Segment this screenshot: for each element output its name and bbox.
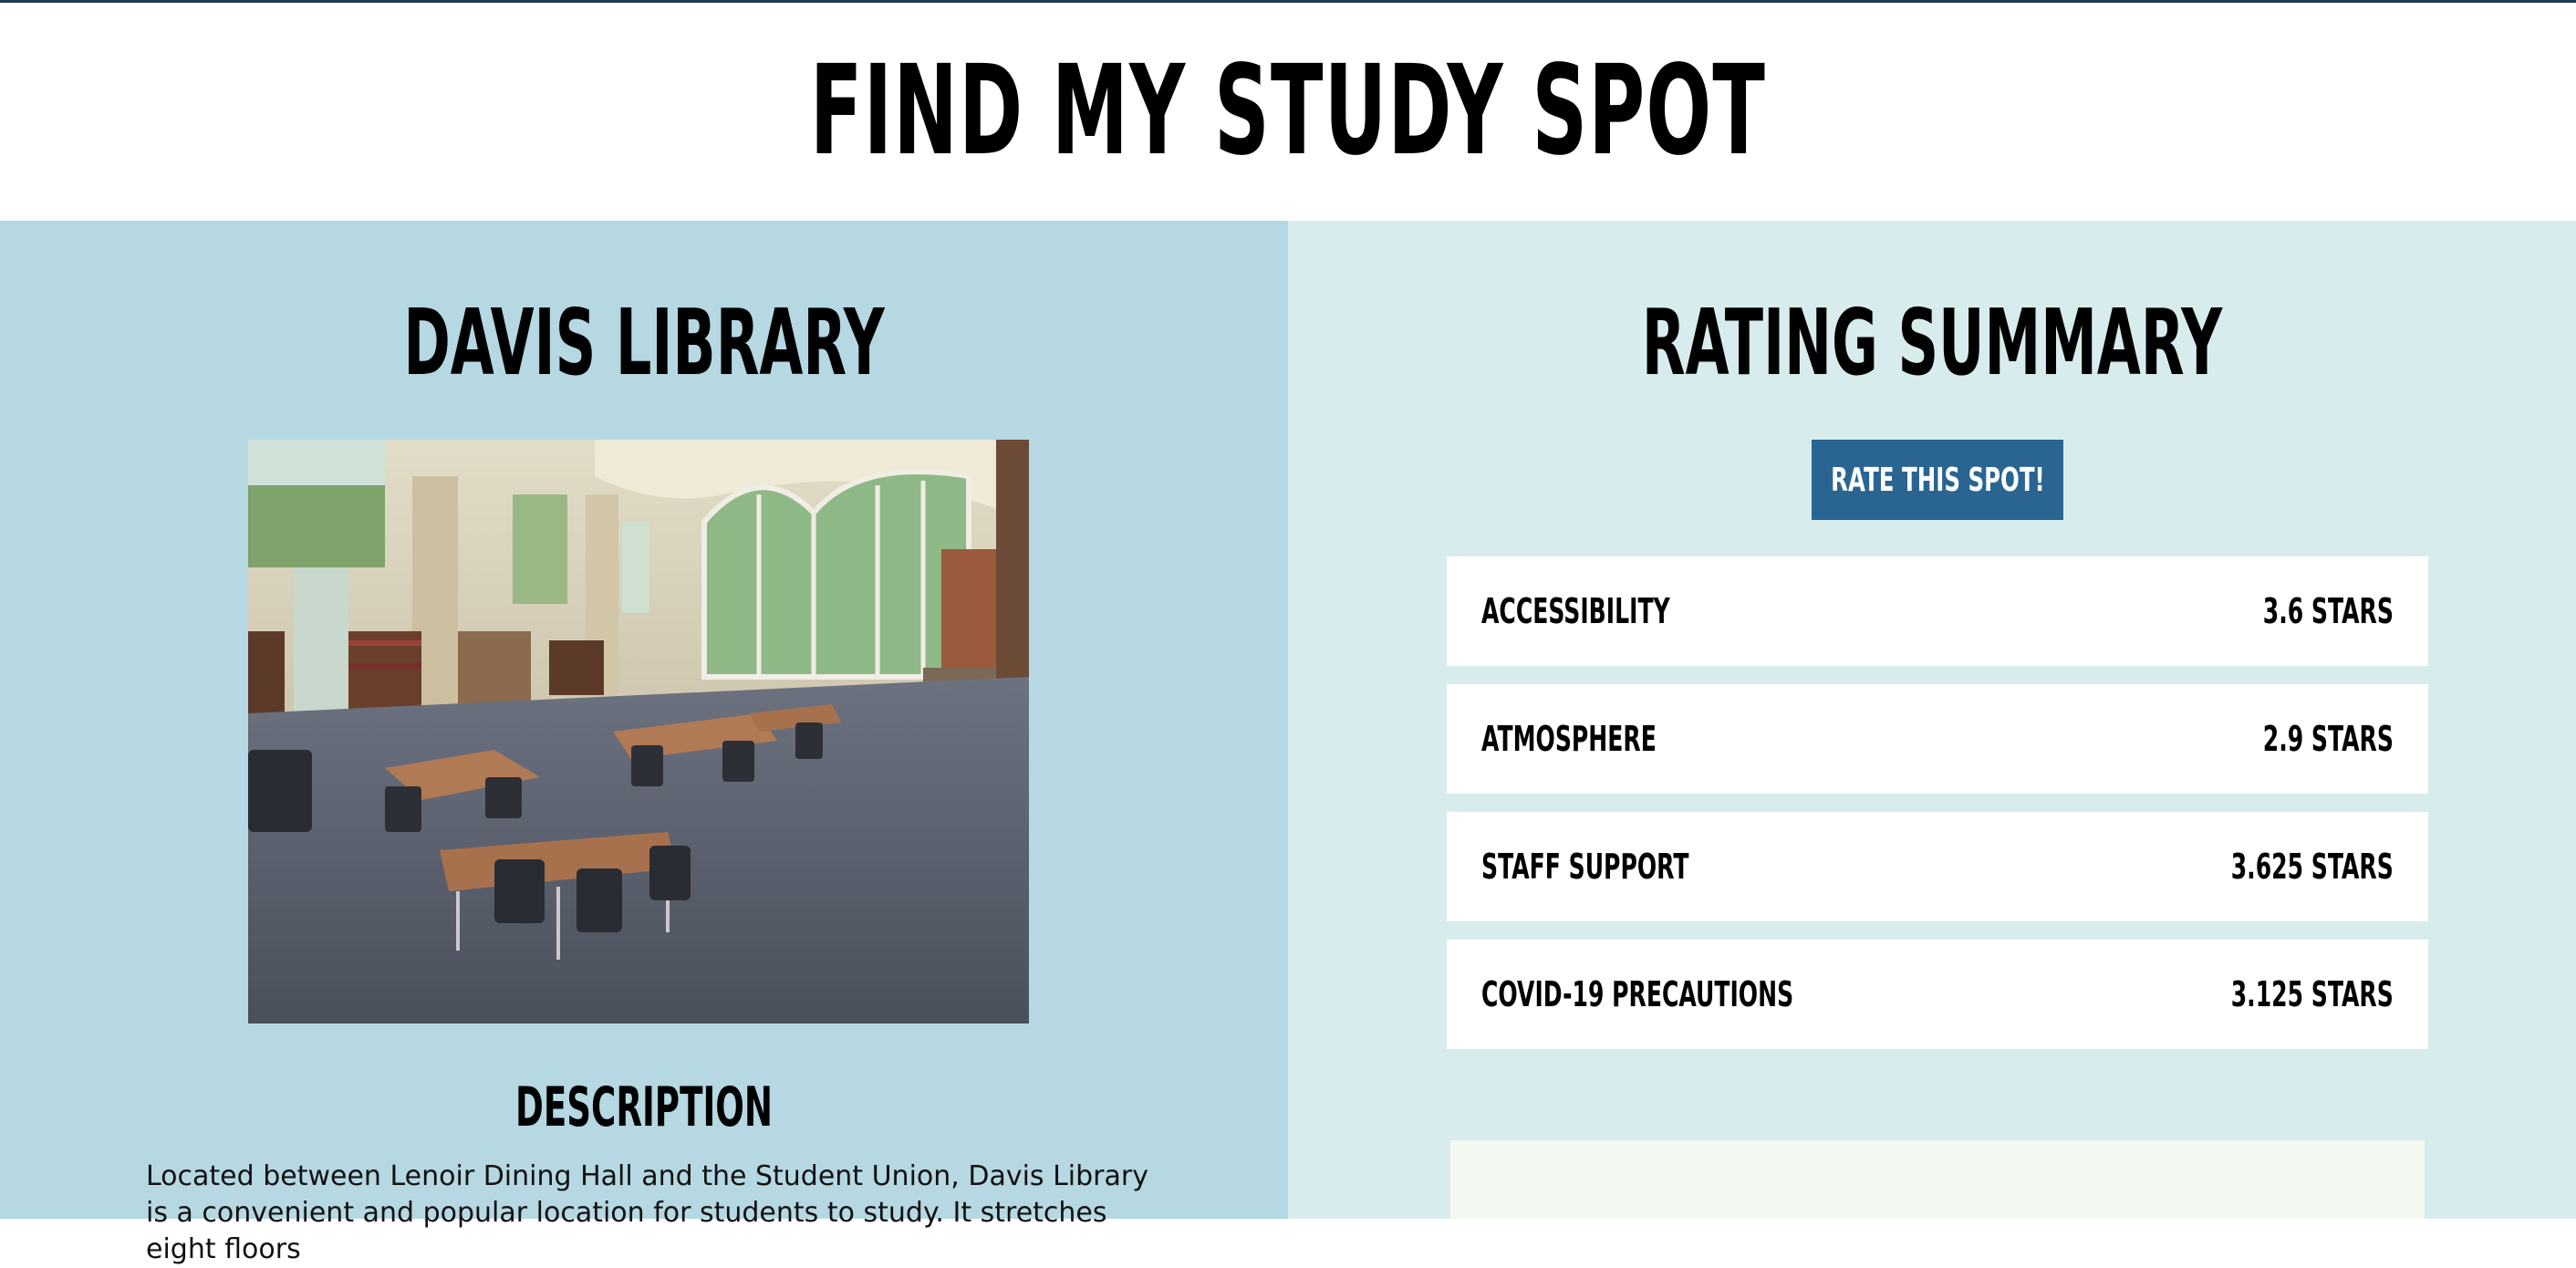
rating-value: 3.6 STARS <box>2262 591 2394 631</box>
rating-row-atmosphere: ATMOSPHERE 2.9 STARS <box>1447 684 2428 794</box>
location-photo <box>248 440 1029 1024</box>
rating-row-accessibility: ACCESSIBILITY 3.6 STARS <box>1447 556 2428 666</box>
description-heading: DESCRIPTION <box>514 1076 774 1139</box>
location-name: DAVIS LIBRARY <box>403 289 885 396</box>
header-top-border <box>0 0 2576 3</box>
rating-summary-heading: RATING SUMMARY <box>1641 289 2223 396</box>
rating-panel: RATING SUMMARY RATE THIS SPOT! ACCESSIBI… <box>1288 221 2576 1219</box>
description-text: Located between Lenoir Dining Hall and t… <box>146 1160 1148 1265</box>
rating-value: 2.9 STARS <box>2262 719 2394 759</box>
location-panel: DAVIS LIBRARY DESCRIPTION Located betwee… <box>0 221 1288 1265</box>
rating-row-covid-precautions: COVID-19 PRECAUTIONS 3.125 STARS <box>1447 940 2428 1049</box>
rating-row-staff-support: STAFF SUPPORT 3.625 STARS <box>1447 812 2428 921</box>
rating-label: ACCESSIBILITY <box>1481 591 1670 631</box>
rating-label: STAFF SUPPORT <box>1481 847 1689 887</box>
rating-label: COVID-19 PRECAUTIONS <box>1481 974 1794 1014</box>
site-title: FIND MY STUDY SPOT <box>809 39 1767 183</box>
site-header: FIND MY STUDY SPOT <box>0 0 2576 221</box>
rating-label: ATMOSPHERE <box>1481 719 1657 759</box>
rating-value: 3.125 STARS <box>2230 974 2394 1014</box>
rate-button-label: RATE THIS SPOT! <box>1830 461 2045 499</box>
rating-value: 3.625 STARS <box>2230 847 2394 887</box>
reviews-box <box>1450 1140 2425 1219</box>
rate-this-spot-button[interactable]: RATE THIS SPOT! <box>1812 440 2063 520</box>
